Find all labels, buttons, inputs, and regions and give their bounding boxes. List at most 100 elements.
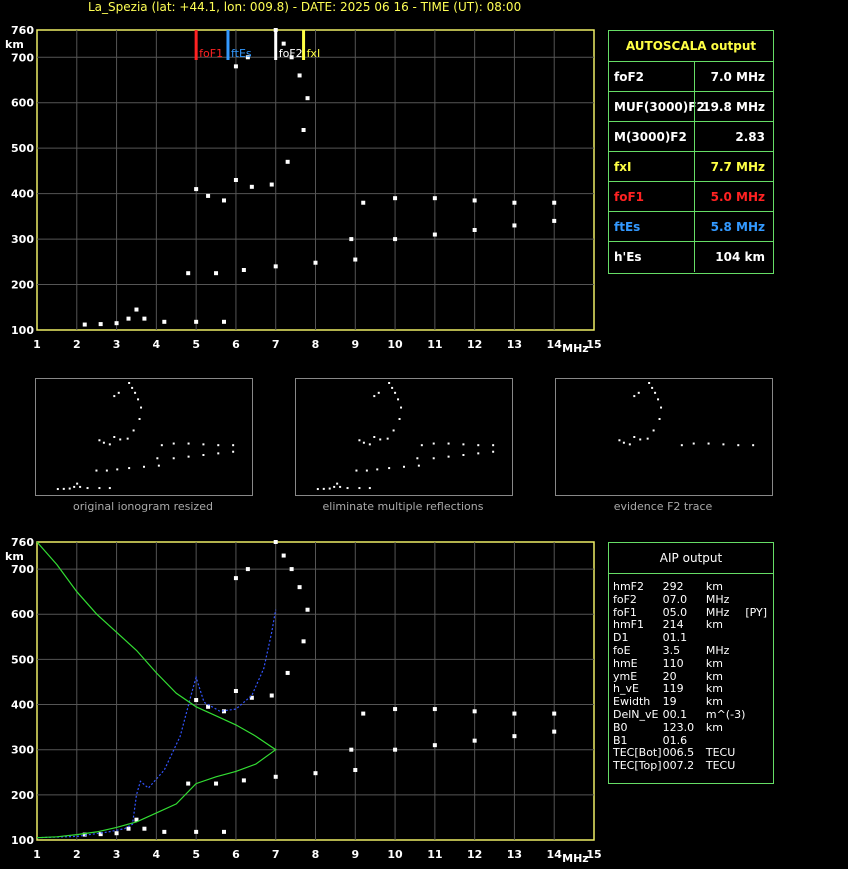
y-unit: km: [5, 38, 24, 51]
autoscala-row: fxI 7.7 MHz: [609, 151, 773, 182]
thumb-point: [403, 465, 405, 468]
thumb-f2-trace: [555, 378, 773, 496]
thumb-point: [651, 386, 654, 389]
x-tick-label: 11: [427, 848, 442, 861]
thumb-point: [447, 455, 450, 458]
thumb-point: [187, 442, 190, 445]
x-tick-label: 13: [507, 848, 522, 861]
aip-cell: B0: [613, 720, 628, 734]
echo-point: [126, 316, 131, 321]
autoscala-row: ftEs 5.8 MHz: [609, 211, 773, 242]
aip-cell: 292: [662, 580, 684, 593]
divider: [694, 92, 695, 122]
thumb-point: [432, 457, 435, 460]
thumb-point: [646, 437, 649, 440]
echo-point: [349, 747, 354, 752]
thumb-point: [113, 436, 116, 438]
echo-point: [221, 829, 226, 834]
thumb-point: [391, 386, 394, 389]
aip-cell: [745, 594, 773, 607]
thumb-point: [134, 391, 137, 394]
thumb-point: [420, 444, 423, 447]
thumb-point: [462, 443, 465, 446]
echo-point: [393, 237, 398, 242]
echo-point: [162, 829, 167, 834]
aip-cell: [745, 696, 773, 709]
thumb-point: [143, 465, 145, 468]
thumb-caption: eliminate multiple reflections: [322, 500, 484, 513]
thumb-point: [217, 452, 220, 455]
x-tick-label: 6: [232, 338, 240, 351]
echo-point: [194, 698, 199, 703]
aip-row: hmF2 292 km: [613, 580, 773, 594]
echo-point: [472, 228, 477, 232]
y-tick-label: 400: [11, 188, 34, 201]
echo-point: [114, 831, 119, 836]
y-tick-label: 500: [11, 653, 34, 666]
echo-point: [281, 41, 286, 46]
echo-point: [126, 826, 131, 831]
x-tick-label: 12: [467, 338, 482, 351]
echo-point: [269, 182, 274, 187]
x-tick-label: 14: [547, 338, 563, 351]
thumb-point: [752, 444, 755, 447]
aip-title: AIP output: [609, 543, 773, 574]
x-tick-label: 5: [192, 338, 200, 351]
row-label: ftEs: [614, 220, 641, 234]
thumb-point: [633, 436, 636, 438]
aip-cell: 00.1: [662, 707, 688, 721]
echo-point: [245, 567, 250, 572]
autoscala-row: M(3000)F2 2.83: [609, 121, 773, 152]
thumb-point: [232, 450, 235, 453]
marker-label: fxI: [307, 47, 321, 60]
echo-point: [273, 774, 278, 779]
thumb-point: [68, 487, 71, 490]
echo-point: [221, 198, 226, 203]
echo-point: [552, 711, 557, 716]
thumb-point: [79, 485, 82, 488]
echo-point: [301, 639, 306, 644]
thumb-point: [368, 443, 371, 446]
aip-cell: km: [705, 580, 723, 593]
echo-point: [194, 187, 199, 192]
echo-point: [353, 257, 358, 262]
row-value: 7.7 MHz: [710, 160, 765, 174]
echo-point: [82, 322, 87, 327]
aip-cell: TECU: [705, 759, 736, 773]
y-unit: km: [5, 550, 24, 563]
row-label: foF1: [614, 190, 645, 204]
thumb-point: [432, 442, 435, 445]
echo-point: [552, 729, 557, 734]
aip-cell: [745, 619, 773, 632]
y-tick-label: 200: [11, 279, 34, 292]
thumb-point: [388, 382, 391, 384]
aip-cell: [745, 709, 773, 722]
thumb-point: [477, 452, 480, 455]
aip-cell: km: [705, 618, 723, 632]
echo-point: [233, 178, 238, 182]
echo-point: [297, 585, 302, 590]
x-tick-label: 10: [387, 848, 403, 861]
aip-row: D1 01.1: [613, 631, 773, 645]
y-tick-label: 760: [11, 24, 34, 37]
thumb-point: [379, 438, 382, 441]
thumb-point: [102, 441, 105, 444]
echo-point: [432, 707, 437, 712]
thumb-point: [113, 395, 116, 398]
aip-cell: 3.5: [662, 643, 681, 657]
divider: [694, 182, 695, 212]
row-value: 2.83: [735, 130, 765, 144]
x-tick-label: 2: [73, 848, 81, 861]
x-tick-label: 13: [507, 338, 522, 351]
y-tick-label: 500: [11, 142, 34, 155]
thumb-point: [217, 444, 220, 447]
thumb-point: [373, 436, 376, 438]
aip-cell: [745, 722, 773, 735]
thumb-point: [639, 438, 642, 441]
aip-cell: foF2: [613, 592, 637, 606]
aip-cell: foE: [613, 643, 631, 657]
thumb-point: [358, 439, 361, 442]
row-value: 5.8 MHz: [710, 220, 765, 234]
thumb-point: [128, 467, 131, 470]
thumb-point: [95, 469, 98, 472]
